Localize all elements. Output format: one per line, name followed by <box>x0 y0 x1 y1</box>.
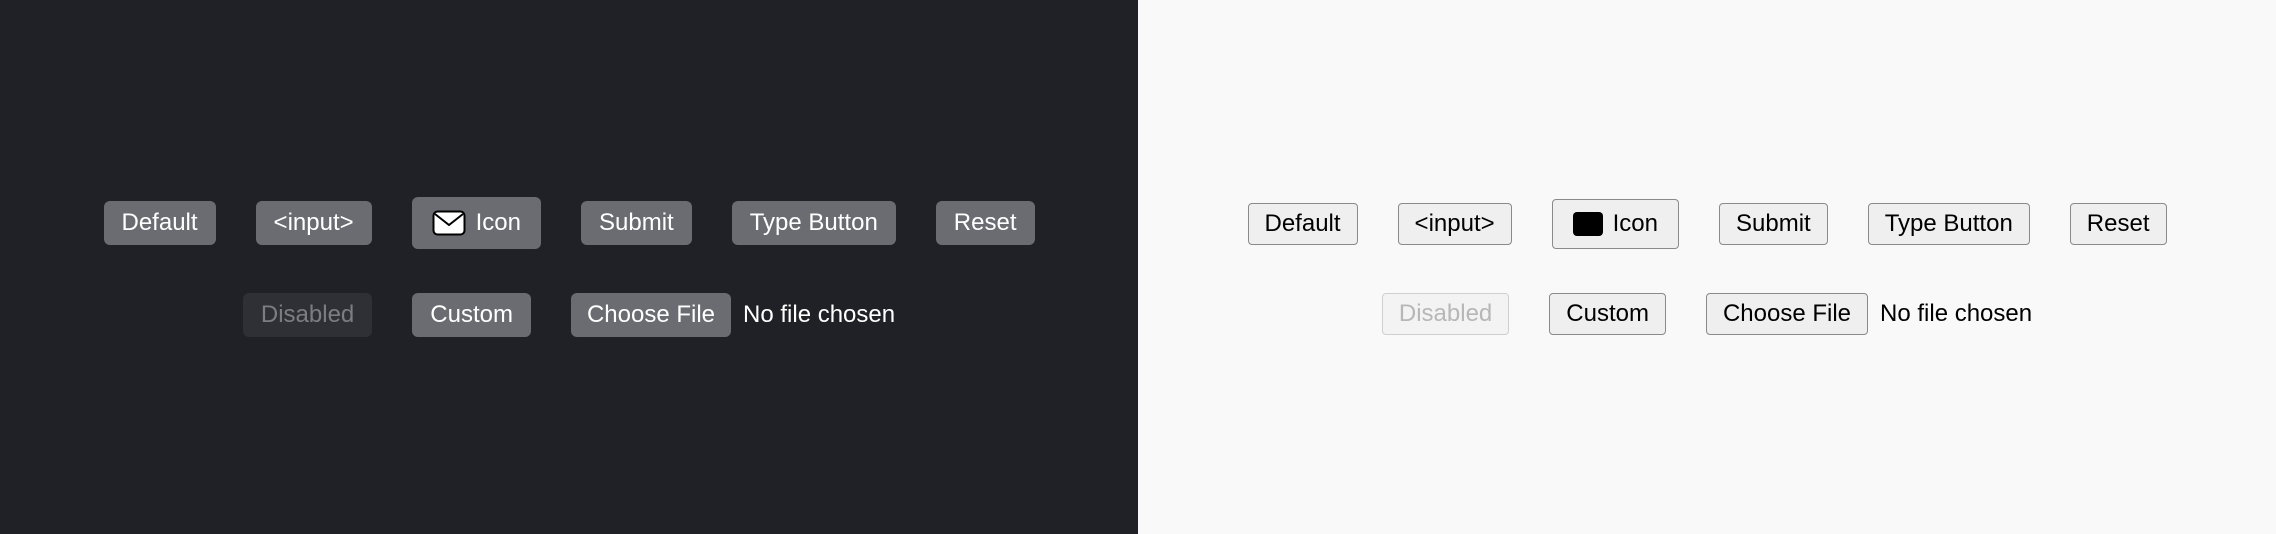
disabled-button: Disabled <box>1382 293 1509 335</box>
icon-button-label: Icon <box>1613 210 1658 238</box>
reset-button[interactable]: Reset <box>936 201 1035 245</box>
mail-icon <box>432 210 466 236</box>
disabled-button: Disabled <box>243 293 372 337</box>
light-panel: Default <input> Icon Submit Type Button … <box>1138 0 2276 534</box>
icon-button[interactable]: Icon <box>412 197 541 249</box>
light-row-1: Default <input> Icon Submit Type Button … <box>1248 199 2167 249</box>
default-button[interactable]: Default <box>104 201 216 245</box>
custom-button[interactable]: Custom <box>1549 293 1666 335</box>
file-input: Choose File No file chosen <box>1706 293 2032 335</box>
choose-file-button[interactable]: Choose File <box>1706 293 1868 335</box>
light-row-2: Disabled Custom Choose File No file chos… <box>1382 293 2032 335</box>
solid-icon <box>1573 212 1603 236</box>
file-status-text: No file chosen <box>743 301 895 329</box>
dark-row-1: Default <input> Icon Submit Type Button … <box>104 197 1035 249</box>
custom-button[interactable]: Custom <box>412 293 531 337</box>
dark-panel: Default <input> Icon Submit Type Button … <box>0 0 1138 534</box>
input-button[interactable]: <input> <box>1398 203 1512 245</box>
icon-button[interactable]: Icon <box>1552 199 1679 249</box>
icon-button-label: Icon <box>476 209 521 237</box>
choose-file-button[interactable]: Choose File <box>571 293 731 337</box>
default-button[interactable]: Default <box>1248 203 1358 245</box>
submit-button[interactable]: Submit <box>581 201 692 245</box>
submit-button[interactable]: Submit <box>1719 203 1828 245</box>
type-button[interactable]: Type Button <box>732 201 896 245</box>
reset-button[interactable]: Reset <box>2070 203 2167 245</box>
file-status-text: No file chosen <box>1880 300 2032 328</box>
type-button[interactable]: Type Button <box>1868 203 2030 245</box>
file-input: Choose File No file chosen <box>571 293 895 337</box>
input-button[interactable]: <input> <box>256 201 372 245</box>
dark-row-2: Disabled Custom Choose File No file chos… <box>243 293 895 337</box>
